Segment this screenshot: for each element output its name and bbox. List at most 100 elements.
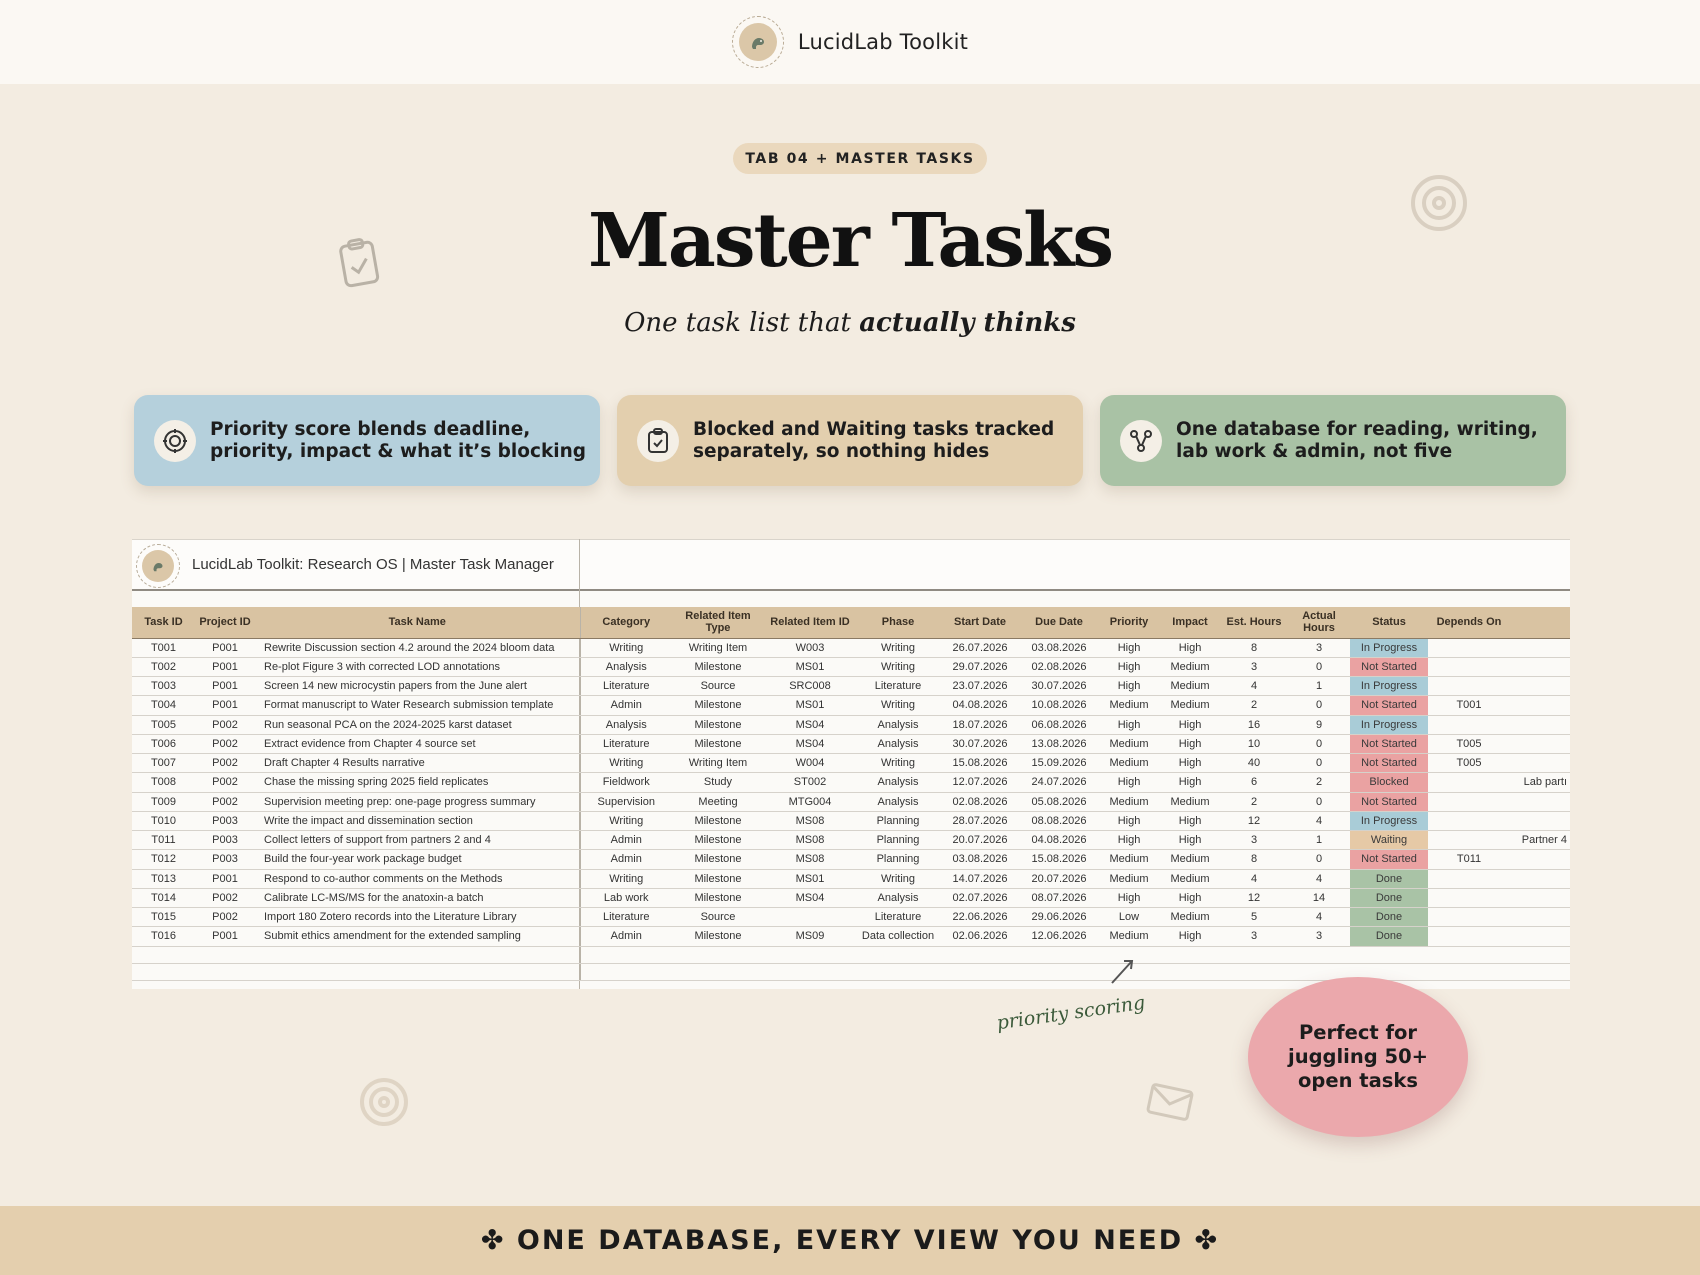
- empty-cell[interactable]: [940, 963, 1020, 981]
- column-header[interactable]: Related Item Type: [672, 607, 764, 639]
- table-cell[interactable]: 3: [1288, 926, 1350, 947]
- table-cell[interactable]: High: [1098, 638, 1160, 658]
- table-cell[interactable]: 0: [1288, 849, 1350, 870]
- table-cell[interactable]: T001: [1428, 695, 1510, 716]
- table-cell[interactable]: 26.07.2026: [940, 638, 1020, 658]
- table-cell[interactable]: Rewrite Discussion section 4.2 around th…: [255, 638, 581, 658]
- table-cell[interactable]: Analysis: [856, 888, 940, 909]
- table-cell[interactable]: 3: [1220, 830, 1288, 851]
- column-header[interactable]: Due Date: [1020, 607, 1098, 639]
- table-cell[interactable]: High: [1098, 888, 1160, 909]
- table-cell[interactable]: Writing Item: [672, 753, 764, 774]
- table-cell[interactable]: 40: [1220, 753, 1288, 774]
- table-cell[interactable]: 05.08.2026: [1020, 792, 1098, 812]
- table-cell[interactable]: Submit ethics amendment for the extended…: [255, 926, 581, 947]
- table-cell[interactable]: [1510, 638, 1570, 658]
- column-header[interactable]: Est. Hours: [1220, 607, 1288, 639]
- table-cell[interactable]: Writing Item: [672, 638, 764, 658]
- table-cell[interactable]: P002: [195, 772, 255, 793]
- table-cell[interactable]: [1510, 811, 1570, 832]
- empty-cell[interactable]: [580, 946, 672, 964]
- table-cell[interactable]: P003: [195, 849, 255, 870]
- table-cell[interactable]: MS08: [764, 849, 856, 870]
- table-cell[interactable]: Milestone: [672, 888, 764, 909]
- table-cell[interactable]: Analysis: [856, 734, 940, 755]
- table-cell[interactable]: Milestone: [672, 849, 764, 870]
- table-cell[interactable]: Not Started: [1350, 695, 1428, 716]
- table-cell[interactable]: Milestone: [672, 734, 764, 755]
- table-cell[interactable]: Build the four-year work package budget: [255, 849, 581, 870]
- table-cell[interactable]: Medium: [1098, 792, 1160, 812]
- column-header[interactable]: Category: [580, 607, 672, 639]
- table-cell[interactable]: 02.07.2026: [940, 888, 1020, 909]
- table-cell[interactable]: High: [1160, 715, 1220, 735]
- table-cell[interactable]: [1510, 676, 1570, 697]
- table-cell[interactable]: In Progress: [1350, 811, 1428, 832]
- table-cell[interactable]: Writing: [856, 657, 940, 678]
- column-header[interactable]: Priority: [1098, 607, 1160, 639]
- table-cell[interactable]: MTG004: [764, 792, 856, 812]
- table-cell[interactable]: [764, 907, 856, 928]
- table-cell[interactable]: [1428, 792, 1510, 812]
- table-cell[interactable]: W004: [764, 753, 856, 774]
- table-cell[interactable]: 2: [1220, 792, 1288, 812]
- column-header[interactable]: Actual Hours: [1288, 607, 1350, 639]
- table-cell[interactable]: Not Started: [1350, 849, 1428, 870]
- table-cell[interactable]: Draft Chapter 4 Results narrative: [255, 753, 581, 774]
- table-cell[interactable]: High: [1098, 811, 1160, 832]
- table-cell[interactable]: T007: [132, 753, 195, 774]
- column-header[interactable]: Task ID: [132, 607, 195, 639]
- table-cell[interactable]: 04.08.2026: [1020, 830, 1098, 851]
- table-cell[interactable]: High: [1098, 715, 1160, 735]
- table-cell[interactable]: High: [1098, 772, 1160, 793]
- empty-cell[interactable]: [1020, 946, 1098, 964]
- table-cell[interactable]: 20.07.2026: [1020, 869, 1098, 889]
- empty-cell[interactable]: [1428, 946, 1510, 964]
- table-cell[interactable]: P002: [195, 715, 255, 735]
- table-cell[interactable]: 28.07.2026: [940, 811, 1020, 832]
- table-cell[interactable]: 0: [1288, 695, 1350, 716]
- table-cell[interactable]: [1510, 792, 1570, 812]
- table-cell[interactable]: Medium: [1160, 657, 1220, 678]
- table-cell[interactable]: Collect letters of support from partners…: [255, 830, 581, 851]
- table-cell[interactable]: P002: [195, 753, 255, 774]
- table-cell[interactable]: 2: [1288, 772, 1350, 793]
- table-cell[interactable]: Writing: [856, 638, 940, 658]
- table-cell[interactable]: Write the impact and dissemination secti…: [255, 811, 581, 832]
- table-cell[interactable]: Waiting: [1350, 830, 1428, 851]
- table-cell[interactable]: 29.06.2026: [1020, 907, 1098, 928]
- table-cell[interactable]: [1428, 676, 1510, 697]
- table-cell[interactable]: Import 180 Zotero records into the Liter…: [255, 907, 581, 928]
- table-cell[interactable]: MS01: [764, 695, 856, 716]
- table-cell[interactable]: Literature: [856, 676, 940, 697]
- table-cell[interactable]: P001: [195, 638, 255, 658]
- table-cell[interactable]: [1428, 638, 1510, 658]
- table-cell[interactable]: Done: [1350, 926, 1428, 947]
- table-cell[interactable]: Writing: [580, 811, 672, 832]
- table-row[interactable]: T006 P002 Extract evidence from Chapter 4 …: [132, 734, 1570, 755]
- table-cell[interactable]: MS09: [764, 926, 856, 947]
- table-cell[interactable]: 0: [1288, 734, 1350, 755]
- table-cell[interactable]: 8: [1220, 849, 1288, 870]
- table-cell[interactable]: Analysis: [856, 772, 940, 793]
- table-cell[interactable]: 12: [1220, 811, 1288, 832]
- table-cell[interactable]: SRC008: [764, 676, 856, 697]
- table-cell[interactable]: P001: [195, 926, 255, 947]
- table-cell[interactable]: MS08: [764, 830, 856, 851]
- table-cell[interactable]: 02.08.2026: [940, 792, 1020, 812]
- table-cell[interactable]: 23.07.2026: [940, 676, 1020, 697]
- table-cell[interactable]: High: [1160, 888, 1220, 909]
- column-header[interactable]: Task Name: [255, 607, 581, 639]
- table-cell[interactable]: Writing: [856, 695, 940, 716]
- table-cell[interactable]: 1: [1288, 830, 1350, 851]
- table-cell[interactable]: 30.07.2026: [1020, 676, 1098, 697]
- table-row[interactable]: T010 P003 Write the impact and disseminati…: [132, 811, 1570, 832]
- table-cell[interactable]: Planning: [856, 811, 940, 832]
- table-cell[interactable]: Fieldwork: [580, 772, 672, 793]
- table-cell[interactable]: Medium: [1098, 926, 1160, 947]
- table-cell[interactable]: P002: [195, 907, 255, 928]
- table-cell[interactable]: High: [1160, 926, 1220, 947]
- table-cell[interactable]: Analysis: [580, 657, 672, 678]
- table-cell[interactable]: T015: [132, 907, 195, 928]
- table-cell[interactable]: 29.07.2026: [940, 657, 1020, 678]
